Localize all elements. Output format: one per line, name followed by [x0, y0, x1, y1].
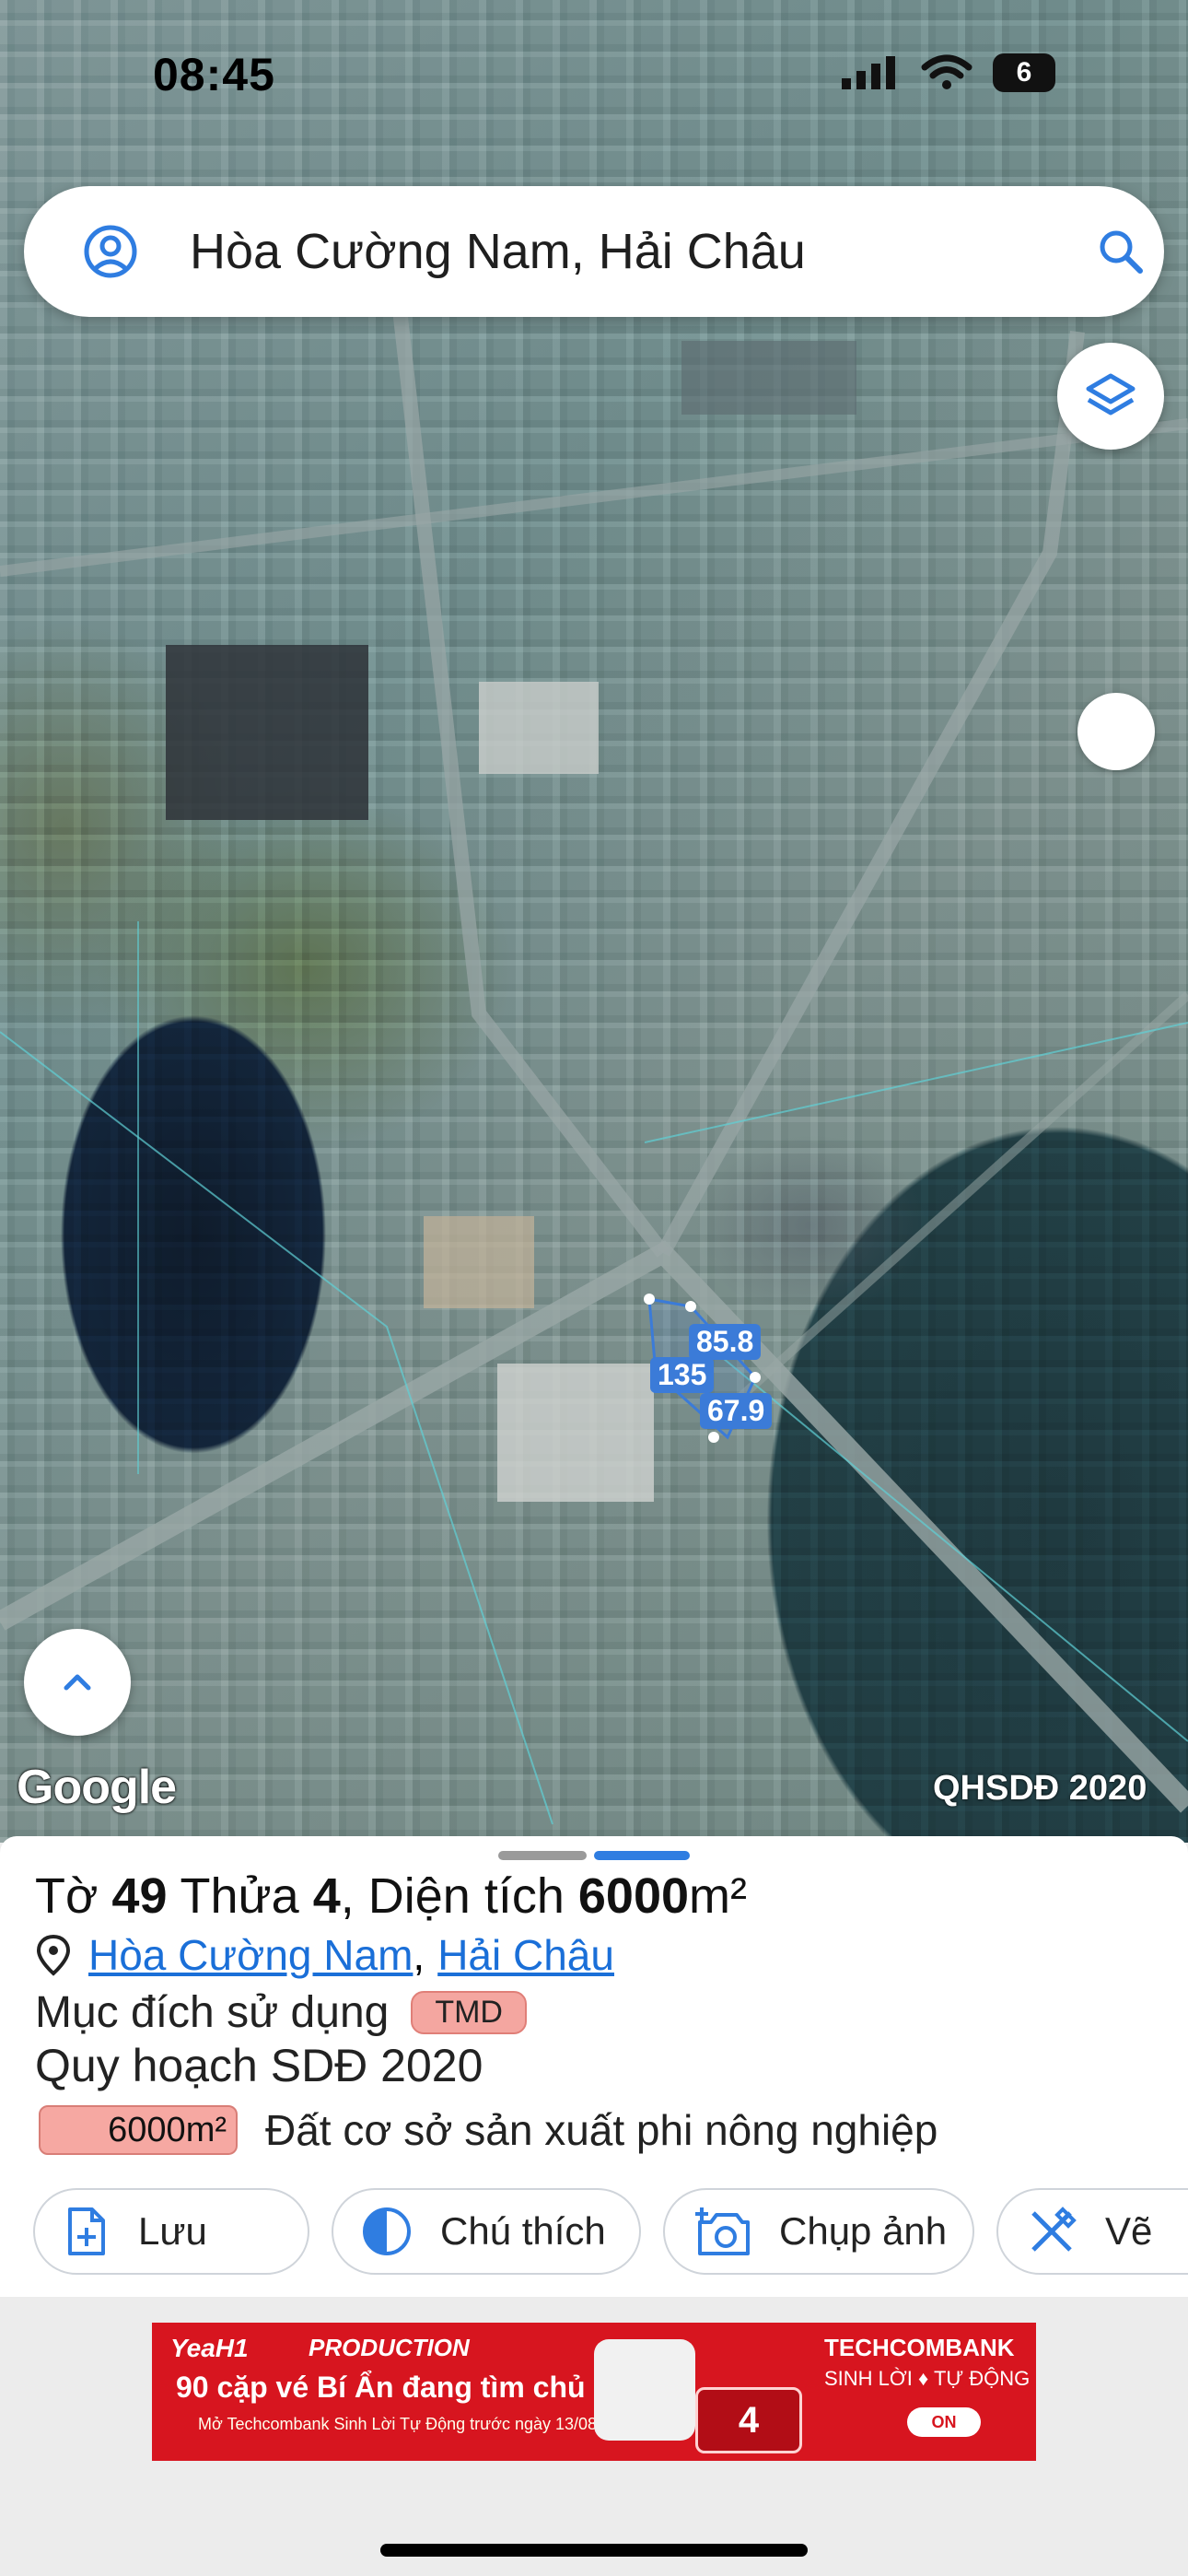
lot-number: 4	[312, 1868, 341, 1924]
parcel-title: Tờ 49 Thửa 4, Diện tích 6000m²	[35, 1868, 747, 1925]
ad-bank-name: TECHCOMBANK	[824, 2334, 1015, 2361]
address-separator: ,	[413, 1931, 425, 1979]
ad-prize-badge: 4	[695, 2387, 802, 2453]
capture-button[interactable]: Chụp ảnh	[663, 2188, 974, 2275]
ad-banner[interactable]: YeaH1 PRODUCTION 90 cặp vé Bí Ẩn đang tì…	[152, 2323, 1036, 2461]
address-row: Hòa Cường Nam, Hải Châu	[35, 1930, 614, 1980]
plan-title: Quy hoạch SDĐ 2020	[35, 2040, 483, 2091]
status-bar: 08:45 6	[0, 0, 1188, 147]
purpose-code-badge: TMD	[411, 1991, 527, 2034]
ad-toggle: ON	[907, 2407, 981, 2437]
home-indicator[interactable]	[380, 2544, 808, 2557]
ad-brand-2: PRODUCTION	[309, 2334, 470, 2361]
ad-bank-tagline: SINH LỜI ♦ TỰ ĐỘNG	[824, 2367, 1031, 2390]
location-pin-icon	[36, 1934, 71, 1976]
status-icons: 6	[840, 53, 1055, 92]
area-value: 6000	[577, 1868, 690, 1924]
save-button[interactable]: Lưu	[33, 2188, 309, 2275]
signal-icon	[842, 56, 895, 89]
ward-link[interactable]: Hòa Cường Nam	[88, 1930, 413, 1980]
plan-area-badge: 6000m²	[39, 2105, 238, 2155]
title-prefix: Tờ	[35, 1868, 112, 1924]
plan-area-row: 6000m² Đất cơ sở sản xuất phi nông nghiệ…	[39, 2105, 938, 2155]
sheet-number: 49	[111, 1868, 168, 1924]
plan-area-description: Đất cơ sở sản xuất phi nông nghiệp	[265, 2106, 938, 2154]
search-input[interactable]: Hòa Cường Nam, Hải Châu	[190, 223, 806, 280]
status-time: 08:45	[153, 49, 275, 100]
expand-up-button[interactable]	[24, 1629, 131, 1736]
area-unit: m²	[689, 1868, 747, 1924]
ad-headline: 90 cặp vé Bí Ẩn đang tìm chủ nhân	[176, 2371, 664, 2404]
battery-icon: 6	[993, 53, 1055, 92]
draw-button[interactable]: Vẽ	[996, 2188, 1188, 2275]
draw-tools-icon	[1031, 2207, 1077, 2252]
ad-brand-1: YeaH1	[170, 2334, 249, 2362]
account-icon[interactable]	[83, 224, 138, 279]
chevron-up-icon	[64, 1674, 91, 1691]
action-buttons: Lưu Chú thích Chụp ảnh Vẽ	[33, 2188, 1188, 2277]
contrast-icon	[363, 2207, 411, 2255]
sheet-handle[interactable]	[498, 1851, 587, 1860]
capture-label: Chụp ảnh	[779, 2209, 948, 2253]
measure-label-south: 67.9	[700, 1393, 773, 1429]
parcel-info-sheet: Tờ 49 Thửa 4, Diện tích 6000m² Hòa Cường…	[0, 1836, 1188, 2297]
measure-label-north: 85.8	[689, 1324, 762, 1360]
wifi-icon	[921, 54, 973, 89]
save-label: Lưu	[138, 2209, 207, 2253]
layers-icon	[1086, 373, 1136, 416]
title-area-label: , Diện tích	[340, 1868, 578, 1924]
layers-button[interactable]	[1057, 343, 1164, 450]
sheet-page-indicator	[594, 1851, 690, 1860]
measure-label-west: 135	[650, 1357, 715, 1393]
purpose-row: Mục đích sử dụng TMD	[35, 1987, 527, 2038]
legend-label: Chú thích	[440, 2209, 606, 2253]
ad-mascot-image	[594, 2339, 695, 2441]
title-mid: Thửa	[167, 1868, 313, 1924]
layer-name-label: QHSDĐ 2020	[933, 1769, 1147, 1808]
legend-button[interactable]: Chú thích	[332, 2188, 641, 2275]
camera-add-icon	[695, 2207, 750, 2255]
location-toggle-button[interactable]	[1077, 693, 1155, 770]
search-icon[interactable]	[1096, 227, 1146, 276]
google-logo: Google	[17, 1761, 177, 1814]
district-link[interactable]: Hải Châu	[437, 1930, 614, 1980]
purpose-label: Mục đích sử dụng	[35, 1988, 390, 2037]
add-file-icon	[68, 2207, 105, 2255]
ad-subline: Mở Techcombank Sinh Lời Tự Động trước ng…	[198, 2415, 598, 2433]
search-bar[interactable]: Hòa Cường Nam, Hải Châu	[24, 186, 1164, 317]
ad-area: YeaH1 PRODUCTION 90 cặp vé Bí Ẩn đang tì…	[0, 2297, 1188, 2576]
draw-label: Vẽ	[1105, 2209, 1153, 2253]
